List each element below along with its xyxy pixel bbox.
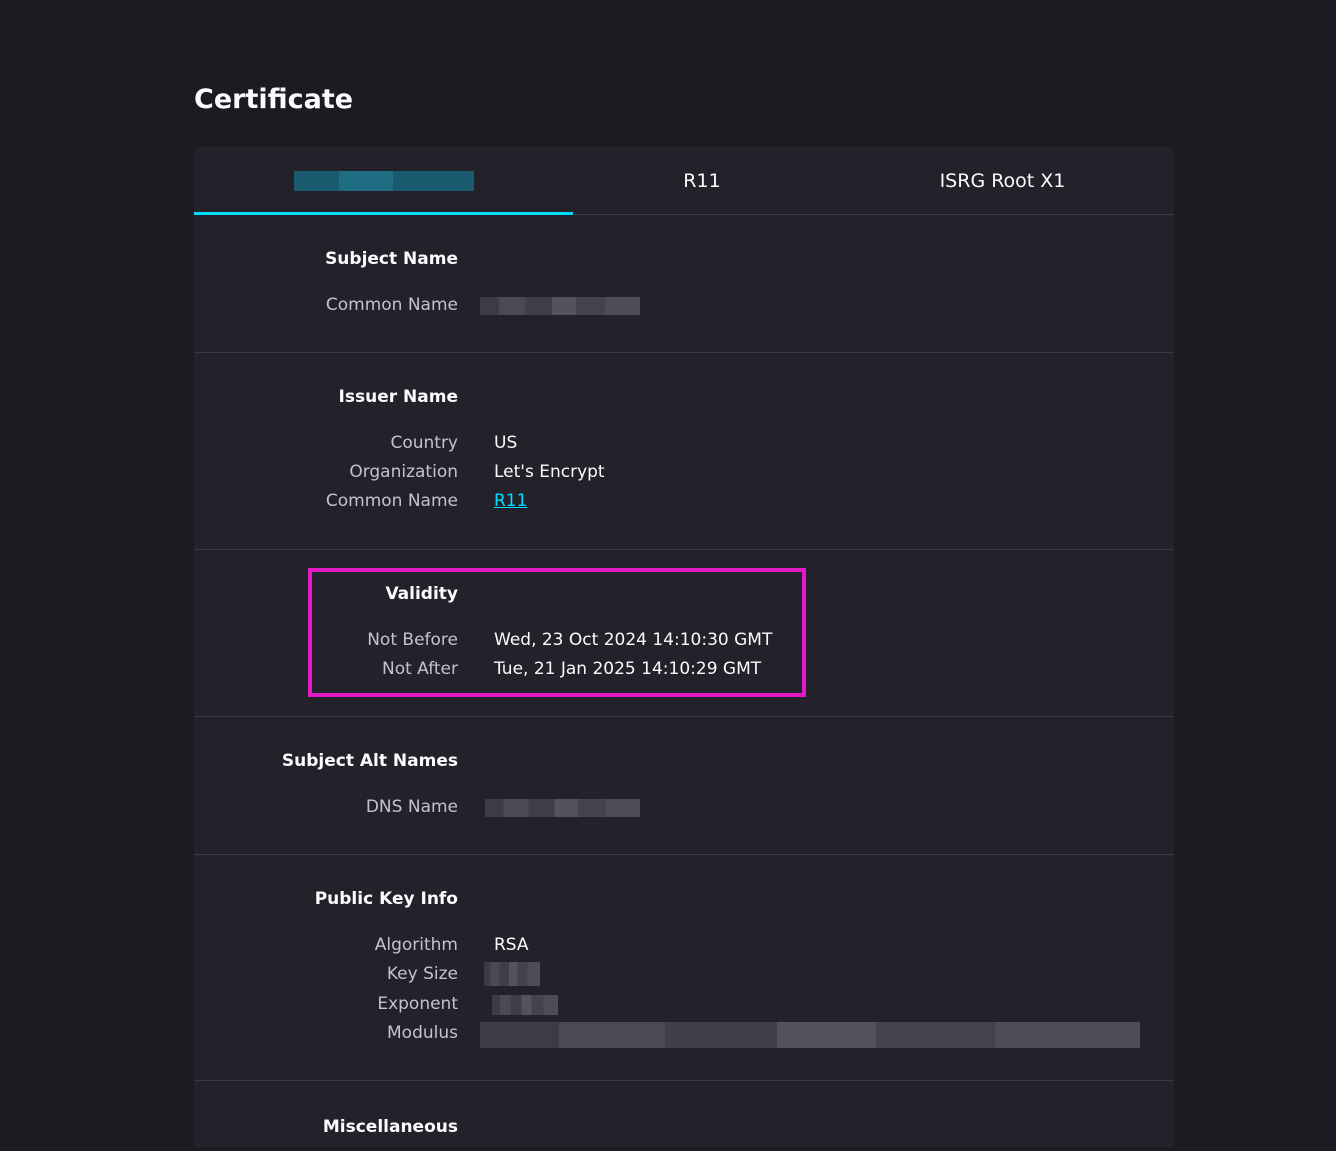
row-exponent: Exponent — [194, 994, 1174, 1023]
field-label: Country — [390, 433, 458, 453]
field-label: Algorithm — [374, 935, 458, 955]
section-miscellaneous: Miscellaneous — [194, 1081, 1174, 1151]
tab-leaf-certificate[interactable] — [194, 147, 573, 215]
certificate-page: Certificate R11 ISRG Root X1 Subject Nam… — [0, 0, 1336, 1147]
page-title: Certificate — [194, 84, 354, 115]
tab-r11[interactable]: R11 — [573, 147, 831, 214]
field-label: Key Size — [386, 964, 458, 984]
section-heading: Public Key Info — [314, 889, 458, 909]
certificate-tabs: R11 ISRG Root X1 — [194, 147, 1174, 215]
issuer-common-name-link[interactable]: R11 — [494, 491, 527, 511]
field-label: Organization — [349, 462, 458, 482]
field-label: Modulus — [387, 1023, 458, 1043]
row-algorithm: Algorithm RSA — [194, 935, 1174, 964]
section-heading: Miscellaneous — [322, 1117, 458, 1137]
section-validity: Validity Not Before Wed, 23 Oct 2024 14:… — [194, 550, 1174, 717]
algorithm-value: RSA — [494, 935, 529, 955]
redacted-common-name — [480, 297, 640, 315]
certificate-card: R11 ISRG Root X1 Subject Name Common Nam… — [194, 147, 1174, 1147]
section-public-key-info: Public Key Info Algorithm RSA Key Size E… — [194, 855, 1174, 1081]
row-key-size: Key Size — [194, 962, 1174, 993]
redacted-modulus — [480, 1022, 1140, 1048]
organization-value: Let's Encrypt — [494, 462, 605, 482]
row-issuer-common-name: Common Name R11 — [194, 491, 1174, 520]
section-subject-alt-names: Subject Alt Names DNS Name — [194, 717, 1174, 855]
redacted-dns-name — [485, 799, 640, 817]
row-modulus: Modulus — [194, 1022, 1174, 1052]
not-before-value: Wed, 23 Oct 2024 14:10:30 GMT — [494, 630, 773, 650]
row-country: Country US — [194, 433, 1174, 462]
redacted-domain — [293, 170, 474, 191]
section-heading: Validity — [385, 584, 458, 604]
redacted-key-size — [484, 962, 540, 986]
not-after-value: Tue, 21 Jan 2025 14:10:29 GMT — [494, 659, 762, 679]
field-label: DNS Name — [365, 797, 458, 817]
row-not-after: Not After Tue, 21 Jan 2025 14:10:29 GMT — [194, 659, 1174, 688]
redacted-exponent — [492, 995, 558, 1015]
section-heading: Subject Alt Names — [281, 751, 458, 771]
row-not-before: Not Before Wed, 23 Oct 2024 14:10:30 GMT — [194, 630, 1174, 659]
section-heading: Issuer Name — [338, 387, 458, 407]
field-label: Not After — [381, 659, 458, 679]
country-value: US — [494, 433, 518, 453]
row-common-name: Common Name — [194, 295, 1174, 324]
section-issuer-name: Issuer Name Country US Organization Let'… — [194, 353, 1174, 550]
section-subject-name: Subject Name Common Name — [194, 215, 1174, 353]
row-organization: Organization Let's Encrypt — [194, 462, 1174, 491]
field-label: Exponent — [377, 994, 458, 1014]
field-label: Common Name — [325, 491, 458, 511]
field-label: Not Before — [367, 630, 458, 650]
section-heading: Subject Name — [325, 249, 458, 269]
row-dns-name: DNS Name — [194, 797, 1174, 826]
field-label: Common Name — [325, 295, 458, 315]
tab-isrg-root-x1[interactable]: ISRG Root X1 — [831, 147, 1174, 214]
